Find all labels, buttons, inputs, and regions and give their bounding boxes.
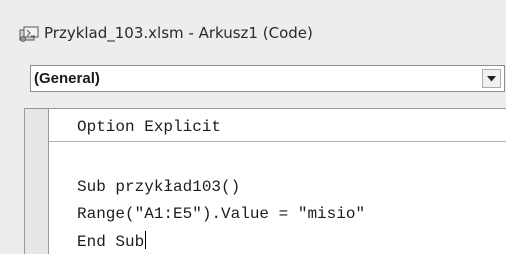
code-area[interactable]: Option Explicit Sub przykład103() Range(… xyxy=(49,109,506,254)
window-title: Przyklad_103.xlsm - Arkusz1 (Code) xyxy=(44,24,313,42)
object-dropdown-value: (General) xyxy=(34,70,100,87)
code-line-5-text: End Sub xyxy=(77,233,145,251)
code-line-3[interactable]: Sub przykład103() xyxy=(77,177,240,197)
code-line-1[interactable]: Option Explicit xyxy=(77,117,221,137)
vba-module-icon xyxy=(19,25,39,43)
chevron-down-icon xyxy=(487,76,496,82)
title-bar[interactable]: Przyklad_103.xlsm - Arkusz1 (Code) xyxy=(0,0,506,54)
code-line-4[interactable]: Range("A1:E5").Value = "misio" xyxy=(77,204,365,224)
dropdown-button[interactable] xyxy=(482,69,501,88)
breakpoint-margin[interactable] xyxy=(25,109,49,254)
object-dropdown[interactable]: (General) xyxy=(30,65,505,92)
procedure-separator xyxy=(49,141,506,142)
code-line-5[interactable]: End Sub xyxy=(77,231,147,252)
vba-code-window: Przyklad_103.xlsm - Arkusz1 (Code) (Gene… xyxy=(0,0,506,254)
code-editor[interactable]: Option Explicit Sub przykład103() Range(… xyxy=(24,108,506,254)
text-cursor xyxy=(145,231,147,249)
procedure-toolbar: (General) xyxy=(0,54,506,99)
